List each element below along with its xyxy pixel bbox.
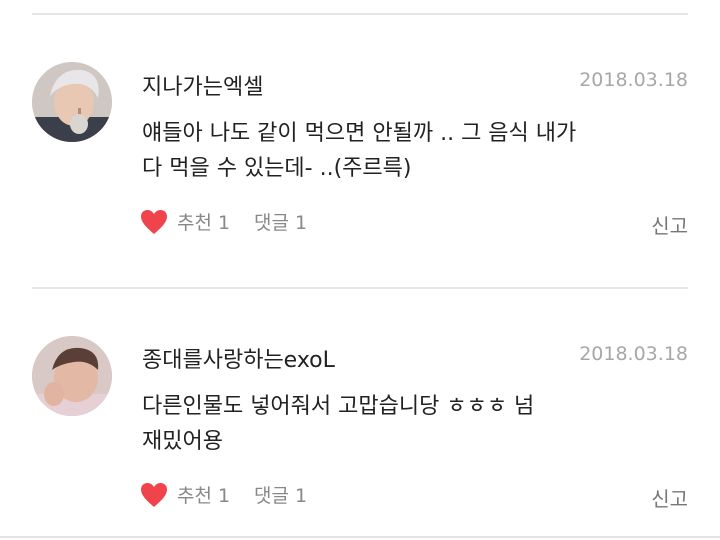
avatar-image xyxy=(32,62,112,142)
like-count[interactable]: 추천 1 xyxy=(177,481,230,508)
report-button[interactable]: 신고 xyxy=(651,483,688,512)
divider xyxy=(32,13,688,15)
heart-icon[interactable] xyxy=(140,209,168,235)
divider xyxy=(32,287,688,289)
heart-icon[interactable] xyxy=(140,482,168,508)
report-button[interactable]: 신고 xyxy=(651,210,688,239)
username[interactable]: 지나가는엑셀 xyxy=(142,69,263,101)
comment-date: 2018.03.18 xyxy=(579,69,688,91)
comment-body-line: 다 먹을 수 있는데- ..(주르륵) xyxy=(142,156,412,181)
username[interactable]: 종대를사랑하는exoL xyxy=(142,342,335,374)
comment-body-line: 재밌어용 xyxy=(142,429,223,454)
reply-count[interactable]: 댓글 1 xyxy=(254,208,307,235)
user-avatar[interactable] xyxy=(32,62,112,142)
comment-body: 다른인물도 넣어줘서 고맙습니당 ㅎㅎㅎ 넘 재밌어용 xyxy=(142,389,682,459)
like-count[interactable]: 추천 1 xyxy=(177,208,230,235)
comment-body-line: 얘들아 나도 같이 먹으면 안될까 .. 그 음식 내가 xyxy=(142,121,577,146)
bottom-divider xyxy=(0,536,720,538)
comment-date: 2018.03.18 xyxy=(579,343,688,365)
comment-list: 지나가는엑셀 2018.03.18 얘들아 나도 같이 먹으면 안될까 .. 그… xyxy=(0,0,720,540)
comment-body: 얘들아 나도 같이 먹으면 안될까 .. 그 음식 내가 다 먹을 수 있는데-… xyxy=(142,116,682,186)
avatar-image xyxy=(32,336,112,416)
user-avatar[interactable] xyxy=(32,336,112,416)
reply-count[interactable]: 댓글 1 xyxy=(254,481,307,508)
comment-body-line: 다른인물도 넣어줘서 고맙습니당 ㅎㅎㅎ 넘 xyxy=(142,394,535,419)
